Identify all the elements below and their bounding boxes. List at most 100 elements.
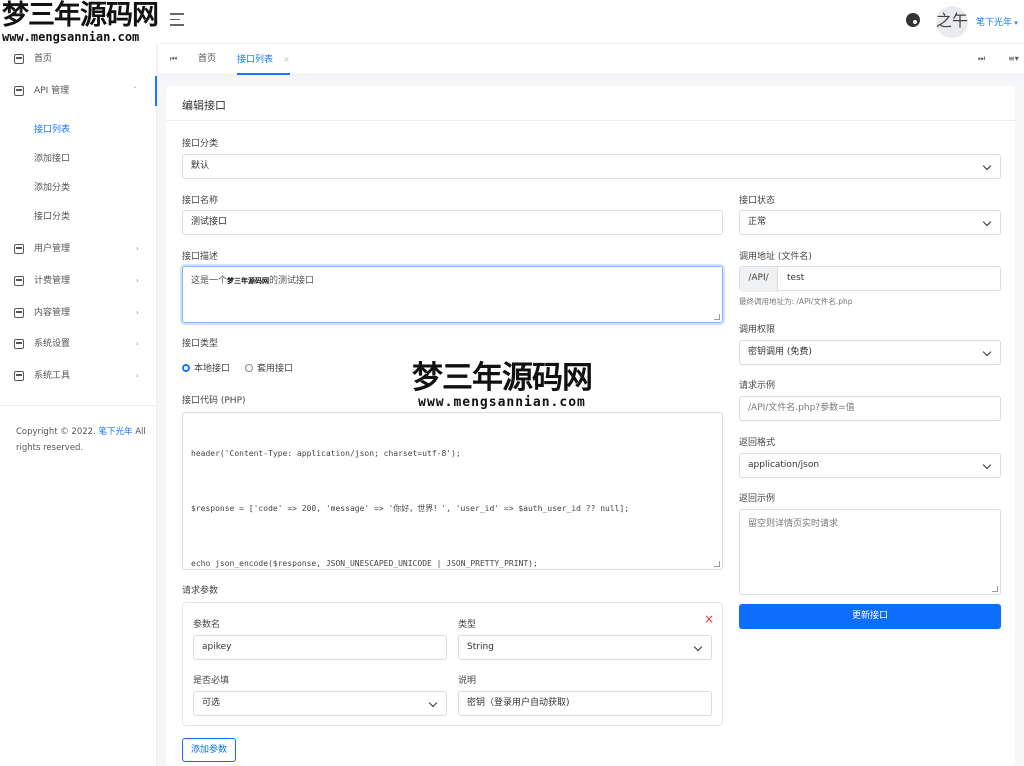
- calendar-icon: [14, 339, 24, 349]
- sidebar-item-label: 用户管理: [34, 244, 71, 254]
- card-divider: [166, 120, 1015, 121]
- sidebar-item-label: 计费管理: [34, 276, 71, 286]
- tab-menu-icon[interactable]: ≡▾: [1008, 54, 1019, 63]
- logo-text-en: www.mengsannian.com: [2, 30, 140, 44]
- code-line: header('Content-Type: application/json; …: [191, 449, 461, 458]
- sidebar-item-label: 系统工具: [34, 371, 71, 381]
- param-required-label: 是否必填: [193, 676, 230, 686]
- return-label: 返回示例: [739, 494, 776, 504]
- radio-label: 本地接口: [194, 364, 231, 374]
- site-logo[interactable]: 梦三年源码网 www.mengsannian.com: [0, 0, 160, 44]
- name-label: 接口名称: [182, 196, 219, 206]
- status-select[interactable]: 正常: [739, 210, 1001, 235]
- menu-toggle-icon[interactable]: [170, 13, 184, 27]
- desc-label: 接口描述: [182, 252, 219, 262]
- type-local-radio[interactable]: 本地接口: [182, 361, 230, 374]
- radio-checked-icon: [182, 364, 190, 372]
- chevron-right-icon: ›: [135, 244, 139, 253]
- url-input[interactable]: /API/ test: [739, 266, 1001, 292]
- resize-handle-icon[interactable]: [992, 586, 998, 592]
- theme-palette-icon[interactable]: [906, 13, 920, 27]
- logo-text-cn: 梦三年源码网: [2, 0, 159, 31]
- param-desc-label: 说明: [458, 676, 477, 686]
- code-line: echo json_encode($response, JSON_UNESCAP…: [191, 559, 538, 568]
- sidebar-sub-add-category[interactable]: 添加分类: [34, 180, 70, 193]
- sidebar: 首页 API 管理 ˇ 接口列表 添加接口 添加分类 接口分类 用户管理 › 计…: [0, 44, 157, 766]
- sidebar-item-tools[interactable]: 系统工具 ›: [0, 361, 157, 391]
- param-name-input[interactable]: apikey: [193, 635, 447, 660]
- tab-scroll-left-icon[interactable]: ⏮: [170, 54, 177, 64]
- page-title: 编辑接口: [182, 99, 226, 112]
- param-desc-input[interactable]: 密钥（登录用户自动获取): [458, 691, 712, 716]
- resize-handle-icon[interactable]: [714, 561, 720, 567]
- resize-handle-icon[interactable]: [714, 314, 720, 320]
- example-label: 请求示例: [739, 381, 776, 391]
- type-proxy-radio[interactable]: 套用接口: [245, 361, 293, 374]
- url-label: 调用地址 (文件名): [739, 252, 812, 262]
- watermark: 梦三年源码网 www.mengsannian.com: [412, 361, 593, 410]
- desc-textarea[interactable]: 这是一个梦三年源码网的测试接口: [182, 266, 723, 323]
- param-required-select[interactable]: 可选: [193, 691, 447, 716]
- remove-param-icon[interactable]: ×: [704, 612, 714, 626]
- tab-label: 接口列表: [237, 55, 274, 65]
- param-name-label: 参数名: [193, 620, 221, 630]
- sidebar-item-label: API 管理: [34, 86, 70, 96]
- sidebar-item-users[interactable]: 用户管理 ›: [0, 234, 157, 264]
- status-label: 接口状态: [739, 196, 776, 206]
- sidebar-sub-add-api[interactable]: 添加接口: [34, 151, 70, 164]
- sidebar-item-label: 系统设置: [34, 339, 71, 349]
- copyright-link[interactable]: 笔下光年: [98, 427, 132, 437]
- calendar-icon: [14, 371, 24, 381]
- radio-label: 套用接口: [257, 364, 294, 374]
- chevron-right-icon: ›: [135, 276, 139, 285]
- tab-scroll-right-icon[interactable]: ⏭: [978, 54, 985, 64]
- category-select[interactable]: 默认: [182, 154, 1001, 179]
- copyright-prefix: Copyright © 2022.: [16, 427, 96, 437]
- param-type-select[interactable]: String: [458, 635, 712, 660]
- return-textarea[interactable]: 留空则详情页实时请求: [739, 509, 1001, 595]
- category-label: 接口分类: [182, 139, 219, 149]
- example-input[interactable]: /API/文件名.php?参数=值: [739, 396, 1001, 421]
- chevron-right-icon: ›: [135, 339, 139, 348]
- sidebar-item-label: 首页: [34, 54, 53, 64]
- add-param-button[interactable]: 添加参数: [182, 738, 236, 762]
- params-label: 请求参数: [182, 586, 219, 596]
- sidebar-item-billing[interactable]: 计费管理 ›: [0, 266, 157, 296]
- perm-label: 调用权限: [739, 325, 776, 335]
- calendar-icon: [14, 86, 24, 96]
- format-select[interactable]: application/json: [739, 453, 1001, 478]
- desc-text-watermark: 梦三年源码网: [227, 277, 270, 285]
- tab-bar: ⏮ 首页 接口列表 × ⏭ ≡▾: [158, 44, 1024, 75]
- type-label: 接口类型: [182, 339, 219, 349]
- home-icon: [14, 54, 24, 64]
- sidebar-item-api[interactable]: API 管理 ˇ: [0, 76, 157, 106]
- url-help: 最终调用地址为: /API/文件名.php: [739, 297, 853, 306]
- sidebar-item-settings[interactable]: 系统设置 ›: [0, 329, 157, 359]
- close-icon[interactable]: ×: [283, 55, 290, 64]
- format-label: 返回格式: [739, 438, 776, 448]
- sidebar-sub-categories[interactable]: 接口分类: [34, 209, 70, 222]
- top-bar: 梦三年源码网 www.mengsannian.com 之午 笔下光年: [0, 0, 1024, 44]
- calendar-icon: [14, 276, 24, 286]
- calendar-icon: [14, 244, 24, 254]
- tab-home[interactable]: 首页: [198, 44, 216, 75]
- code-line: $response = ['code' => 200, 'message' =>…: [191, 504, 630, 513]
- desc-text-suffix: 的测试接口: [269, 276, 315, 286]
- param-row: 参数名 apikey 类型 String 是否必填 可选 说明 密钥（登录用户自…: [182, 602, 723, 726]
- url-value: test: [787, 273, 805, 283]
- perm-select[interactable]: 密钥调用 (免费): [739, 340, 1001, 365]
- user-menu[interactable]: 笔下光年: [976, 15, 1018, 28]
- sidebar-sub-api-list[interactable]: 接口列表: [34, 122, 70, 135]
- avatar[interactable]: 之午: [936, 6, 968, 38]
- sidebar-divider: [0, 405, 157, 406]
- radio-unchecked-icon: [245, 364, 253, 372]
- chevron-right-icon: ›: [135, 308, 139, 317]
- sidebar-item-content[interactable]: 内容管理 ›: [0, 298, 157, 328]
- name-input[interactable]: 测试接口: [182, 210, 723, 235]
- edit-api-card: 编辑接口 接口分类 默认 接口名称 测试接口 接口描述 这是一个梦三年源码网的测…: [166, 86, 1015, 766]
- sidebar-item-home[interactable]: 首页: [0, 44, 157, 74]
- tab-api-list[interactable]: 接口列表 ×: [237, 44, 290, 75]
- update-api-button[interactable]: 更新接口: [739, 604, 1001, 629]
- code-textarea[interactable]: header('Content-Type: application/json; …: [182, 412, 723, 570]
- code-label: 接口代码 (PHP): [182, 396, 246, 406]
